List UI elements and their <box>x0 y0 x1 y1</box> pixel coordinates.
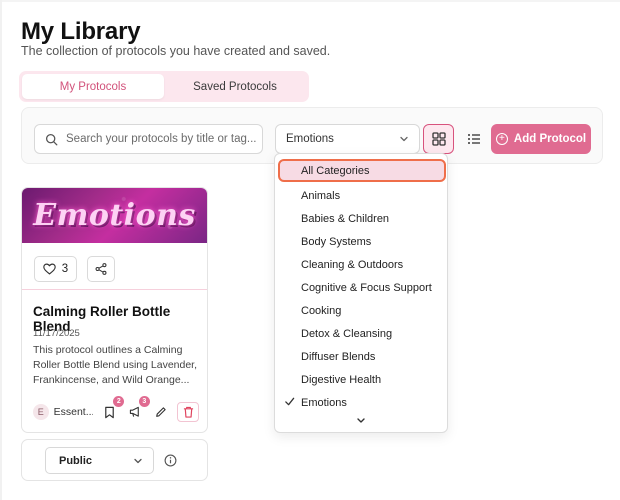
card-banner-text: Emotions <box>33 198 196 233</box>
trash-icon <box>183 406 193 418</box>
megaphone-icon <box>129 406 139 417</box>
category-option-cooking[interactable]: Cooking <box>275 299 447 322</box>
category-option-emotions-label: Emotions <box>301 396 347 409</box>
pencil-icon <box>155 407 166 417</box>
like-count: 3 <box>61 263 69 275</box>
comment-button[interactable]: 3 <box>126 396 150 421</box>
plus-circle-icon: + <box>495 133 508 145</box>
card-description: This protocol outlines a Calming Roller … <box>33 344 198 386</box>
card-banner-image: Emotions <box>22 188 207 243</box>
grid-icon <box>431 132 446 146</box>
chevron-down-icon <box>357 418 365 423</box>
search-box[interactable] <box>34 124 263 154</box>
category-option-all[interactable]: All Categories <box>278 159 446 182</box>
author-name[interactable]: Essent... <box>54 406 93 418</box>
list-view-button[interactable] <box>458 124 489 154</box>
card-footer: E Essent... 2 3 <box>33 396 199 423</box>
page-title: My Library <box>21 18 141 45</box>
search-input[interactable] <box>66 133 256 145</box>
category-option-cognitive-focus[interactable]: Cognitive & Focus Support <box>275 276 447 299</box>
share-button[interactable] <box>87 256 115 282</box>
delete-button[interactable] <box>177 402 199 422</box>
page-subtitle: The collection of protocols you have cre… <box>21 44 331 58</box>
visibility-value: Public <box>59 454 93 467</box>
check-icon <box>285 397 295 406</box>
tab-my-protocols[interactable]: My Protocols <box>22 74 164 99</box>
edit-button[interactable] <box>152 403 170 421</box>
like-button[interactable]: 3 <box>34 256 77 282</box>
info-icon[interactable] <box>164 454 177 467</box>
card-divider <box>22 289 207 290</box>
heart-icon <box>43 263 56 275</box>
category-dropdown-menu: All Categories Animals Babies & Children… <box>274 153 448 433</box>
add-protocol-label: Add Protocol <box>513 133 587 145</box>
category-option-body-systems[interactable]: Body Systems <box>275 230 447 253</box>
category-option-detox-cleansing[interactable]: Detox & Cleansing <box>275 322 447 345</box>
category-option-emotions[interactable]: Emotions <box>275 391 447 414</box>
grid-view-button[interactable] <box>423 124 454 154</box>
search-icon <box>45 133 58 145</box>
list-icon <box>467 134 480 144</box>
bookmark-icon <box>105 406 114 418</box>
tab-saved-protocols[interactable]: Saved Protocols <box>164 74 306 99</box>
library-tabs: My Protocols Saved Protocols <box>19 71 309 102</box>
share-icon <box>95 263 107 275</box>
category-select[interactable]: Emotions <box>275 124 420 154</box>
category-option-cleaning-outdoors[interactable]: Cleaning & Outdoors <box>275 253 447 276</box>
visibility-panel: Public <box>21 439 208 481</box>
protocol-card[interactable]: Emotions 3 Calming Roller Bottle Blend 1… <box>21 187 208 433</box>
category-option-babies-children[interactable]: Babies & Children <box>275 207 447 230</box>
comment-count-badge: 3 <box>138 396 150 407</box>
category-option-diffuser-blends[interactable]: Diffuser Blends <box>275 345 447 368</box>
bookmark-count-badge: 2 <box>113 396 125 407</box>
visibility-select[interactable]: Public <box>45 447 154 474</box>
category-option-digestive-health[interactable]: Digestive Health <box>275 368 447 391</box>
dropdown-scroll-down[interactable] <box>275 416 447 430</box>
chevron-down-icon <box>134 458 142 463</box>
chevron-down-icon <box>400 136 408 142</box>
card-actions: 3 <box>34 256 115 282</box>
bookmark-button[interactable]: 2 <box>101 396 125 421</box>
category-option-animals[interactable]: Animals <box>275 184 447 207</box>
category-select-value: Emotions <box>286 133 334 145</box>
add-protocol-button[interactable]: + Add Protocol <box>491 124 591 154</box>
window-top-edge <box>0 0 620 2</box>
author-avatar: E <box>33 404 49 420</box>
card-date: 11/17/2025 <box>33 328 80 339</box>
window-left-edge <box>0 0 2 500</box>
